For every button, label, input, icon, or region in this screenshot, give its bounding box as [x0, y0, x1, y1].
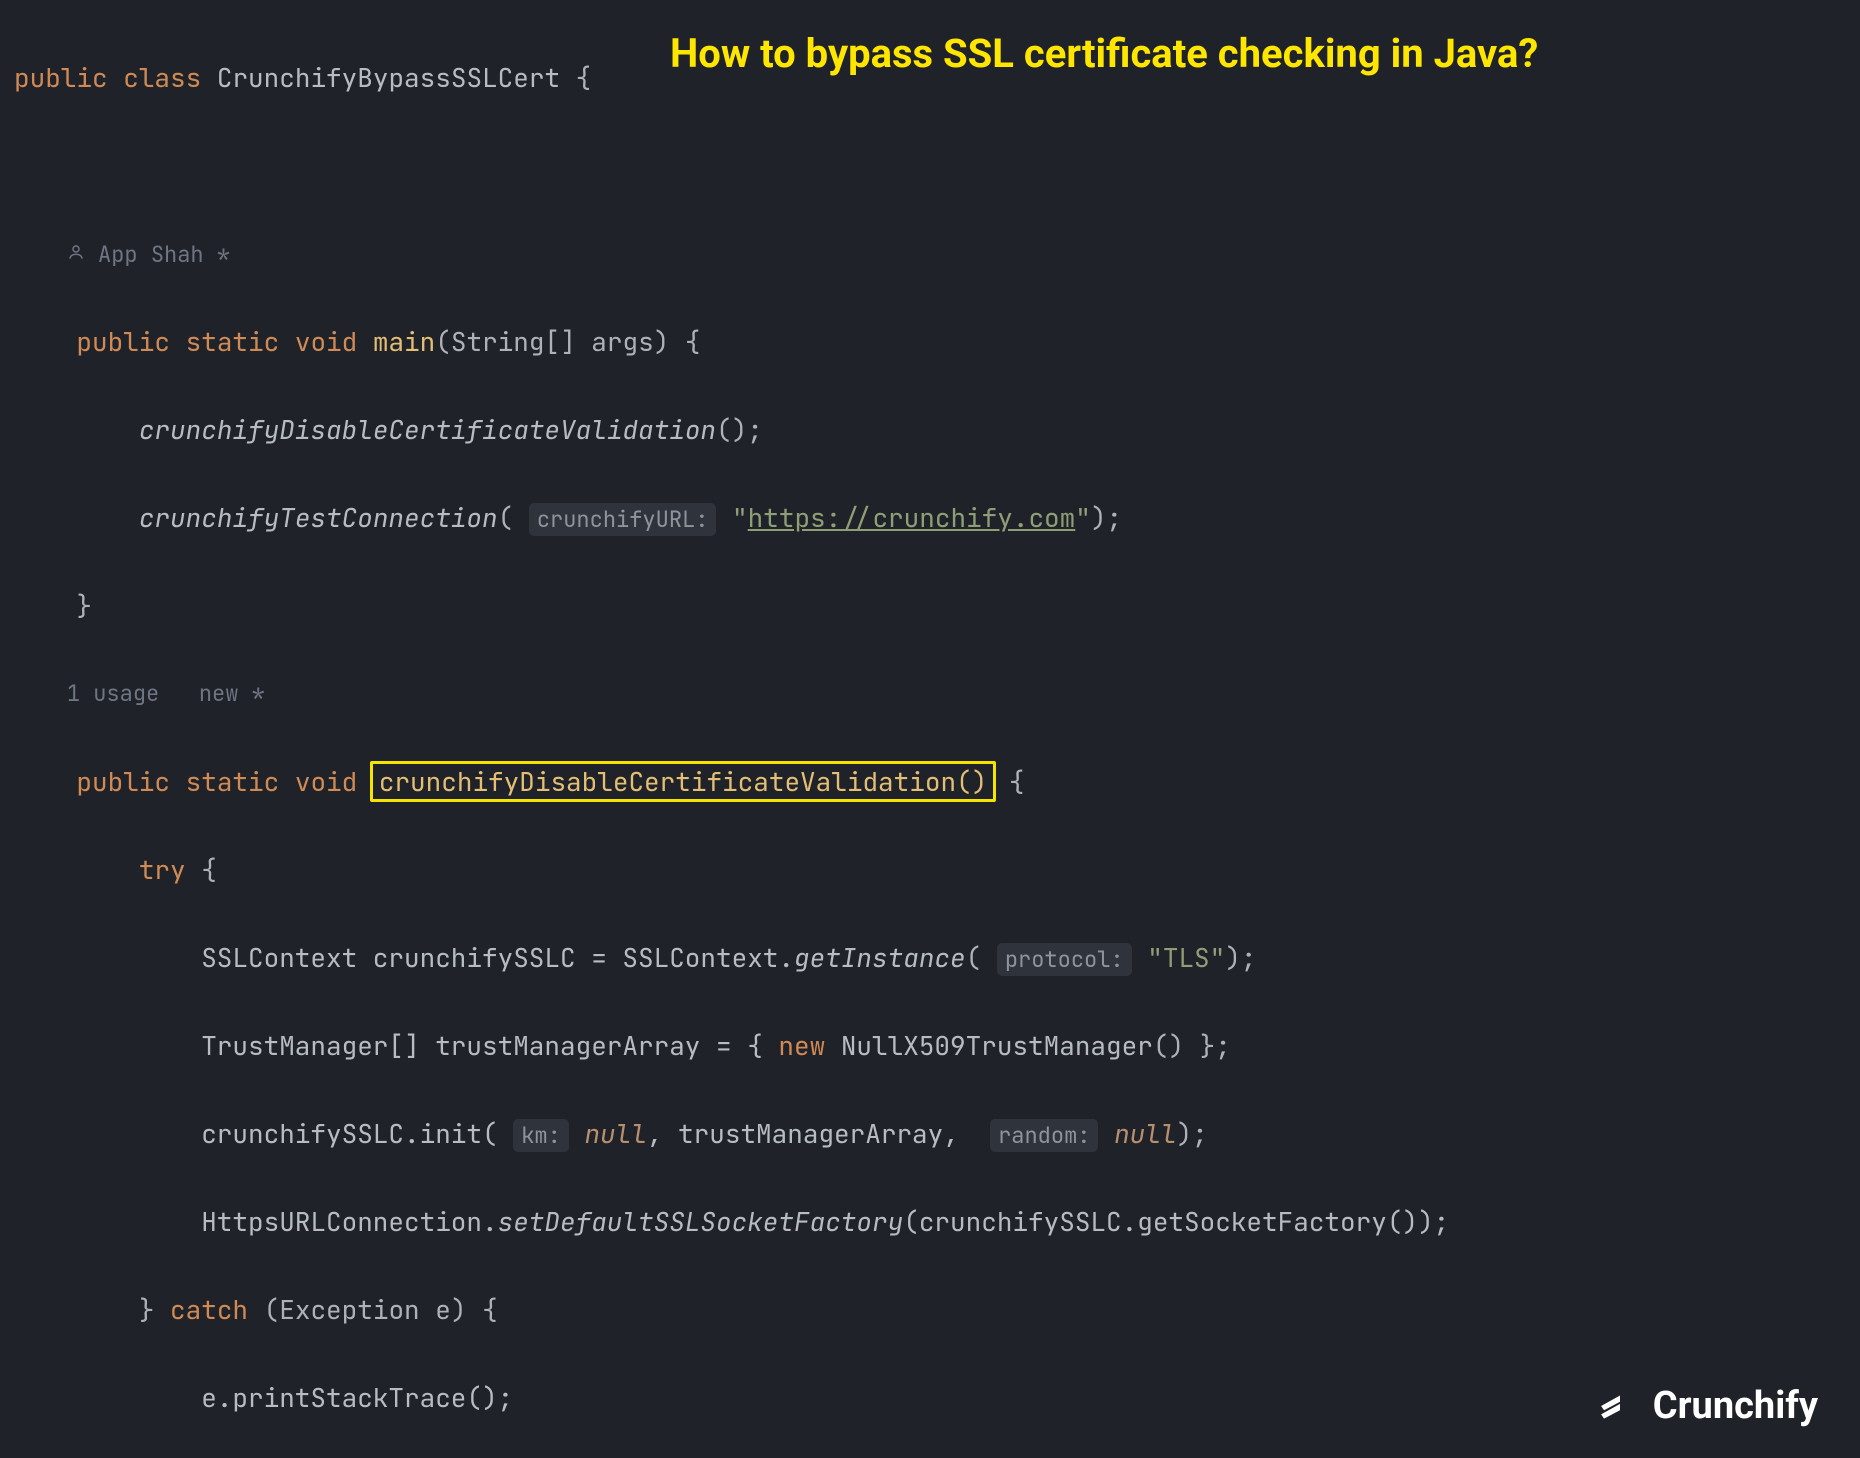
keyword-public: public: [14, 60, 108, 95]
null-literal: null: [1114, 1116, 1176, 1151]
code-text: crunchifySSLC.init(: [201, 1116, 513, 1151]
method-getinstance: getInstance: [794, 940, 966, 975]
new-badge: new *: [199, 679, 265, 708]
brace: {: [1009, 764, 1025, 799]
code-line[interactable]: }: [14, 584, 1860, 628]
code-text: (crunchifySSLC.getSocketFactory());: [903, 1204, 1449, 1239]
constructor-call: NullX509TrustManager: [841, 1028, 1153, 1063]
keyword-public: public: [76, 324, 170, 359]
paren-open: (: [966, 940, 997, 975]
code-line[interactable]: try {: [14, 848, 1860, 892]
keyword-void: void: [295, 764, 357, 799]
code-line[interactable]: TrustManager[] trustManagerArray = { new…: [14, 1024, 1860, 1068]
param-hint: km:: [513, 1119, 569, 1152]
keyword-catch: catch: [170, 1292, 248, 1327]
crunchify-logo-icon: [1599, 1385, 1641, 1427]
url-literal[interactable]: https://crunchify.com: [748, 500, 1076, 535]
code-line[interactable]: crunchifyDisableCertificateValidation();: [14, 408, 1860, 452]
paren-close: );: [1091, 500, 1122, 535]
brace: {: [685, 324, 701, 359]
brace: }: [139, 1292, 155, 1327]
keyword-try: try: [139, 852, 186, 887]
brace: {: [576, 60, 592, 95]
highlight-box: crunchifyDisableCertificateValidation(): [370, 761, 996, 802]
method-call: crunchifyTestConnection: [139, 500, 498, 535]
code-text: HttpsURLConnection.: [201, 1204, 497, 1239]
param-hint: protocol:: [997, 943, 1132, 976]
author-icon: [67, 232, 85, 276]
catch-params: (Exception e): [264, 1292, 467, 1327]
usage-count[interactable]: 1 usage: [67, 679, 159, 708]
brace: }: [76, 588, 92, 623]
author-name: App Shah *: [98, 240, 230, 269]
keyword-public: public: [76, 764, 170, 799]
keyword-class: class: [123, 60, 201, 95]
brace: {: [201, 852, 217, 887]
code-editor[interactable]: public class CrunchifyBypassSSLCert { Ap…: [0, 0, 1860, 1458]
parens: () };: [1153, 1028, 1231, 1063]
paren-open: (: [498, 500, 529, 535]
code-line[interactable]: public static void crunchifyDisableCerti…: [14, 760, 1860, 804]
code-line[interactable]: HttpsURLConnection.setDefaultSSLSocketFa…: [14, 1200, 1860, 1244]
method-call: setDefaultSSLSocketFactory: [498, 1204, 904, 1239]
code-line[interactable]: crunchifySSLC.init( km: null, trustManag…: [14, 1112, 1860, 1156]
parens: ();: [716, 412, 763, 447]
string-literal: "TLS": [1147, 940, 1225, 975]
code-line[interactable]: e.printStackTrace();: [14, 1376, 1860, 1420]
code-text: TrustManager[] trustManagerArray = {: [201, 1028, 778, 1063]
method-main: main: [373, 324, 435, 359]
code-line[interactable]: SSLContext crunchifySSLC = SSLContext.ge…: [14, 936, 1860, 980]
keyword-static: static: [186, 764, 280, 799]
param-hint: crunchifyURL:: [529, 503, 717, 536]
keyword-new: new: [778, 1028, 825, 1063]
string-open: ": [732, 500, 748, 535]
crunchify-logo-text: Crunchify: [1653, 1384, 1818, 1428]
code-line[interactable]: crunchifyTestConnection( crunchifyURL: "…: [14, 496, 1860, 540]
params: (String[] args): [435, 324, 669, 359]
code-text: SSLContext crunchifySSLC = SSLContext.: [201, 940, 794, 975]
code-line[interactable]: public static void main(String[] args) {: [14, 320, 1860, 364]
brace: {: [482, 1292, 498, 1327]
code-line[interactable]: } catch (Exception e) {: [14, 1288, 1860, 1332]
code-line[interactable]: public class CrunchifyBypassSSLCert {: [14, 56, 1860, 100]
paren-close: );: [1176, 1116, 1207, 1151]
usage-annotation[interactable]: 1 usage new *: [14, 672, 1860, 716]
blank-line: [14, 144, 1860, 188]
method-call: crunchifyDisableCertificateValidation: [139, 412, 716, 447]
author-annotation: App Shah *: [14, 232, 1860, 276]
param-hint: random:: [990, 1119, 1098, 1152]
crunchify-logo[interactable]: Crunchify: [1599, 1384, 1818, 1428]
string-close: ": [1075, 500, 1091, 535]
class-name: CrunchifyBypassSSLCert: [217, 60, 560, 95]
code-text: e.printStackTrace();: [201, 1380, 513, 1415]
paren-close: );: [1225, 940, 1256, 975]
null-literal: null: [584, 1116, 646, 1151]
keyword-void: void: [295, 324, 357, 359]
code-text: , trustManagerArray,: [647, 1116, 975, 1151]
method-disable-cert-validation: crunchifyDisableCertificateValidation(): [379, 764, 987, 799]
keyword-static: static: [186, 324, 280, 359]
